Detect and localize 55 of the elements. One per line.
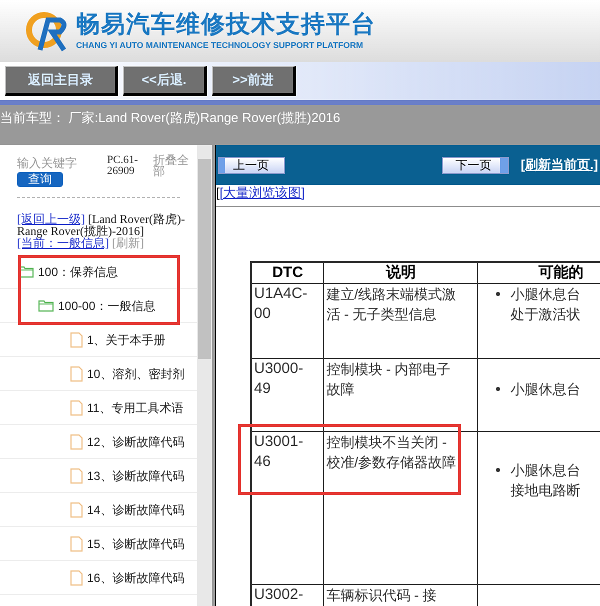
document-icon [70,434,83,450]
table-cell-text: 车辆标识代码 - 接 [326,586,438,605]
table-cell-text: 建立/线路末端模式激活 - 无子类型信息 [326,285,458,324]
table-cell-text: 控制模块 - 内部电子故障 [326,360,452,399]
nav-button[interactable]: >>前进 [212,66,296,96]
current-link[interactable]: [当前：一般信息] [17,236,109,250]
document-icon [70,400,83,416]
bullet-icon [496,292,500,296]
tree-item[interactable]: 1、关于本手册 [70,330,166,348]
tree-item[interactable]: 13、诊断故障代码 [70,466,184,484]
scrollbar[interactable] [197,145,212,606]
document-icon [70,570,83,586]
tree-item[interactable]: 10、溶剂、密封剂 [70,364,184,382]
table-cell-text: 小腿休息台处于激活状 [510,285,582,324]
next-page-button[interactable]: 下一页 [442,156,509,174]
site-subtitle: CHANG YI AUTO MAINTENANCE TECHNOLOGY SUPPORT PLATFORM [76,39,364,51]
column-header: DTC [251,262,324,284]
document-icon [70,332,83,348]
tree-item[interactable]: 15、诊断故障代码 [70,534,184,552]
nav-button[interactable]: 返回主目录 [5,66,118,96]
document-icon [70,366,83,382]
tree-item[interactable]: 11、专用工具术语 [70,398,184,416]
nav-button[interactable]: <<后退. [123,66,207,96]
column-header: 可能的 [478,262,600,284]
bullet-icon [496,387,500,391]
table-cell-text: 小腿休息台 [510,380,582,399]
view-large-link[interactable]: [大量浏览该图] [220,185,305,201]
table-cell-text: 小腿休息台接地电路断 [510,461,582,500]
scroll-thumb[interactable] [198,159,211,359]
table-cell-text: U1A4C-00 [254,284,308,324]
document-icon [70,502,83,518]
bullet-icon [496,468,500,472]
tree-item[interactable]: 100：保养信息 [18,262,118,280]
document-icon [70,468,83,484]
table-cell-text: U3002- [254,585,304,605]
search-button[interactable]: 查询 [17,172,63,187]
prev-page-button[interactable]: 上一页 [218,156,285,174]
table-cell-text: 控制模块不当关闭 - 校准/参数存储器故障 [326,433,458,472]
document-icon [70,536,83,552]
open-folder-icon [38,299,54,312]
table-cell-text: U3000-49 [254,359,304,399]
tree-item[interactable]: 16、诊断故障代码 [70,568,184,586]
site-title: 畅易汽车维修技术支持平台 [76,11,376,39]
tree-item[interactable]: 12、诊断故障代码 [70,432,184,450]
refresh-page-link[interactable]: [刷新当前页.] [520,155,598,175]
table-cell-text: U3001-46 [254,432,304,472]
bracket-text: [ [216,185,220,201]
current-vehicle: 当前车型： 厂家:Land Rover(路虎)Range Rover(揽胜)2016 [0,110,340,125]
column-header: 说明 [324,262,478,284]
tree-item[interactable]: 100-00：一般信息 [38,296,156,314]
back-link[interactable]: [返回上一级] [17,212,85,226]
part-code: PC.61-26909 [107,155,139,179]
breadcrumb-text: [返回上一级] [Land Rover(路虎)-Range Rover(揽胜)-2016] [当前：一般信息] [刷新] [17,213,186,249]
keyword-field[interactable]: 输入关键字 [17,155,107,171]
tree-item[interactable]: 14、诊断故障代码 [70,500,184,518]
